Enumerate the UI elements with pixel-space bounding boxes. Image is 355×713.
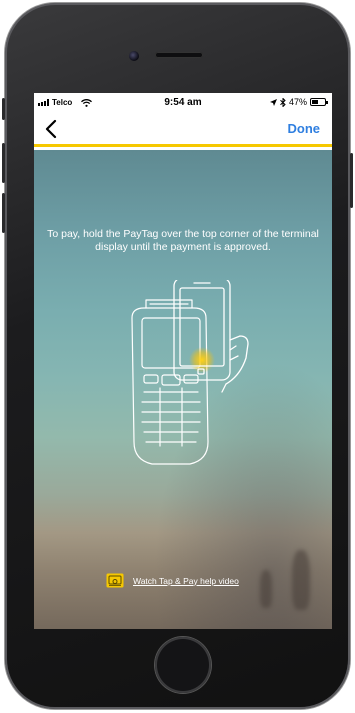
chevron-left-icon <box>45 119 57 139</box>
power-button <box>350 153 353 208</box>
volume-down-button <box>2 193 5 233</box>
battery-icon <box>310 98 328 106</box>
mute-switch <box>2 98 5 120</box>
payment-instruction: To pay, hold the PayTag over the top cor… <box>47 228 319 253</box>
front-camera <box>129 51 139 61</box>
instruction-panel: To pay, hold the PayTag over the top cor… <box>34 150 332 629</box>
done-button[interactable]: Done <box>288 121 321 136</box>
video-icon <box>106 573 124 588</box>
battery-percent: 47% <box>288 97 307 107</box>
background-person <box>260 570 272 608</box>
location-arrow-icon <box>269 98 277 106</box>
help-video-label: Watch Tap & Pay help video <box>133 575 239 586</box>
navigation-bar: Done <box>34 113 332 147</box>
help-video-link[interactable]: Watch Tap & Pay help video <box>106 573 239 588</box>
status-bar: Telco 9:54 am 47% <box>34 93 332 113</box>
back-button[interactable] <box>42 118 62 140</box>
status-right: 47% <box>269 97 328 107</box>
volume-up-button <box>2 143 5 183</box>
home-button[interactable] <box>155 637 211 693</box>
app-screen: Telco 9:54 am 47% Done To pay, hold the … <box>34 93 332 629</box>
background-person <box>292 550 310 610</box>
tap-terminal-illustration <box>131 280 249 465</box>
bluetooth-icon <box>280 97 286 107</box>
earpiece-speaker <box>155 52 203 58</box>
